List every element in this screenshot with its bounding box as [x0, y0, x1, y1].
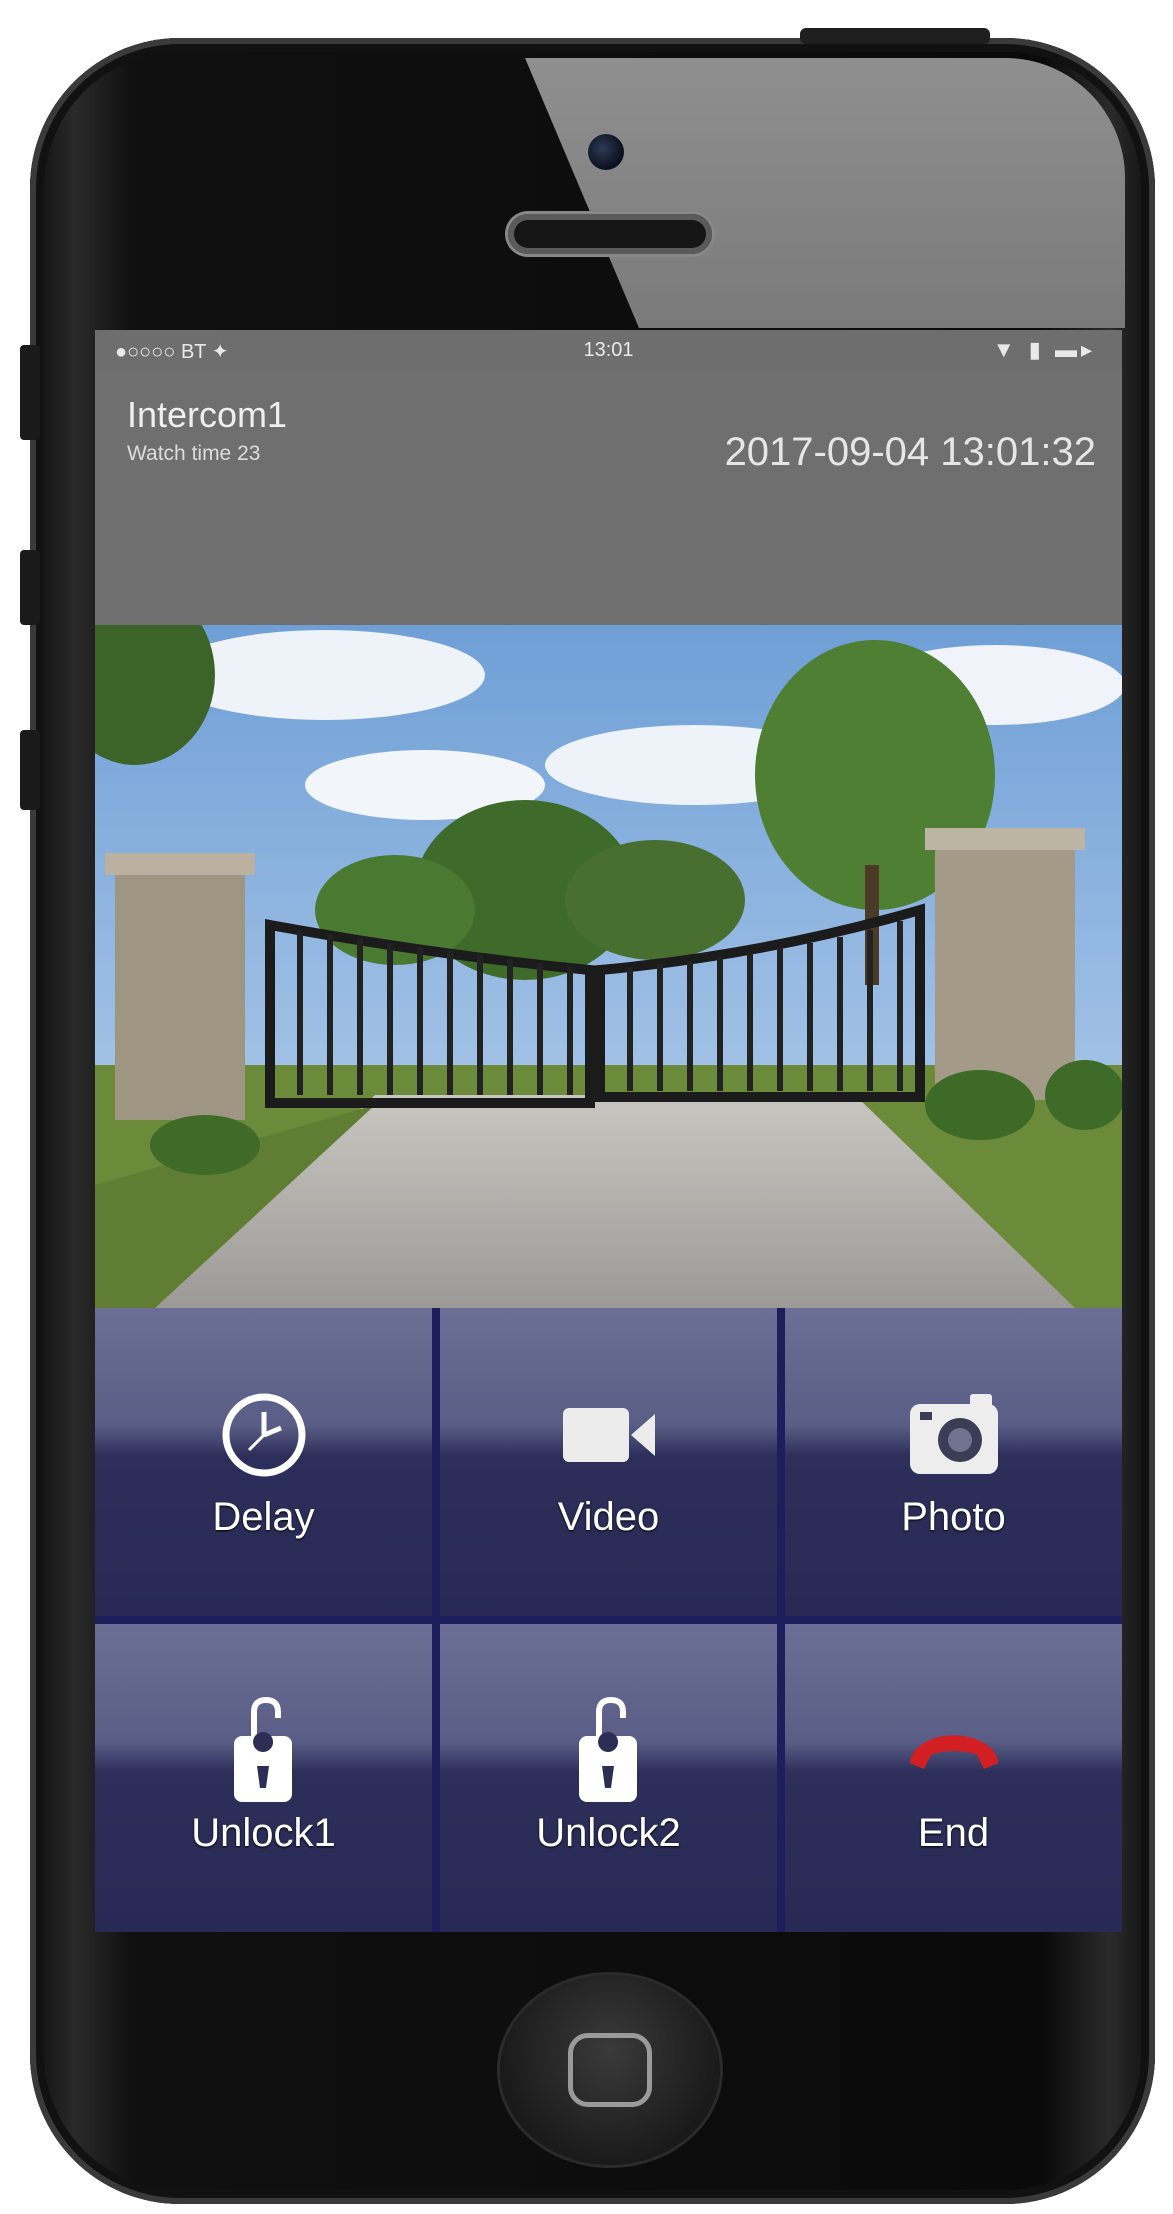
camera-feed	[95, 625, 1122, 1308]
call-controls: Delay Video Photo Unlock1 Unlock2 End	[95, 1308, 1122, 1932]
unlock-icon	[559, 1696, 659, 1802]
end-call-label: End	[917, 1810, 990, 1855]
unlock-icon	[214, 1696, 314, 1802]
screen: ●○○○○ BT ✦ 13:01 ▼ ▮ ▬▸ Intercom1 Watch …	[95, 330, 1122, 1932]
clock-icon	[214, 1385, 314, 1485]
device-name: Intercom1	[127, 394, 288, 435]
watch-time: Watch time 23	[127, 442, 261, 465]
unlock2-button[interactable]: Unlock2	[440, 1624, 777, 1932]
status-time: 13:01	[583, 339, 634, 361]
intercom-header: Intercom1 Watch time 23 2017-09-04 13:01…	[95, 370, 1122, 625]
delay-button[interactable]: Delay	[95, 1308, 432, 1616]
volume-down-button	[20, 730, 40, 810]
home-square-icon	[568, 2033, 652, 2107]
end-call-button[interactable]: End	[785, 1624, 1122, 1932]
unlock2-label: Unlock2	[536, 1810, 681, 1855]
mute-switch	[20, 345, 40, 440]
video-camera-icon	[559, 1385, 659, 1485]
delay-label: Delay	[212, 1494, 315, 1539]
home-button	[500, 1975, 720, 2165]
volume-up-button	[20, 550, 40, 625]
photo-camera-icon	[904, 1385, 1004, 1485]
status-indicators: ▼ ▮ ▬▸	[992, 337, 1096, 362]
unlock1-label: Unlock1	[191, 1810, 336, 1855]
front-camera	[588, 134, 624, 170]
call-datetime: 2017-09-04 13:01:32	[724, 430, 1096, 474]
unlock1-button[interactable]: Unlock1	[95, 1624, 432, 1932]
end-call-icon	[904, 1701, 1004, 1801]
power-button	[800, 28, 990, 44]
earpiece-speaker	[508, 214, 712, 254]
status-bar: ●○○○○ BT ✦ 13:01 ▼ ▮ ▬▸	[95, 330, 1122, 370]
photo-button[interactable]: Photo	[785, 1308, 1122, 1616]
photo-label: Photo	[901, 1494, 1006, 1539]
video-label: Video	[557, 1494, 660, 1539]
video-button[interactable]: Video	[440, 1308, 777, 1616]
